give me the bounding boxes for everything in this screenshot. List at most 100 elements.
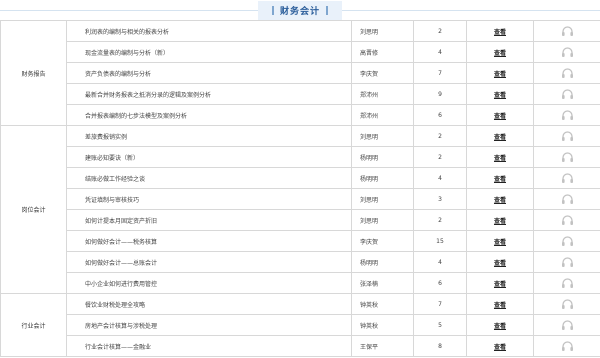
headphones-icon[interactable] xyxy=(561,299,574,309)
view-cell: 查看 xyxy=(466,251,534,273)
listen-cell xyxy=(533,167,600,189)
headphones-icon[interactable] xyxy=(561,152,574,162)
course-title: 现金流量表的编制与分析（新） xyxy=(66,41,352,63)
course-title: 差旅费报销实例 xyxy=(66,125,352,147)
lesson-count: 5 xyxy=(413,314,467,336)
view-cell: 查看 xyxy=(466,293,534,315)
course-title: 利润表的编制与相关的报表分析 xyxy=(66,20,352,42)
view-link[interactable]: 查看 xyxy=(494,323,506,330)
listen-cell xyxy=(533,314,600,336)
headphones-icon[interactable] xyxy=(561,131,574,141)
lesson-count: 4 xyxy=(413,251,467,273)
lesson-count: 2 xyxy=(413,125,467,147)
category-cell: 财务报告 xyxy=(0,20,67,126)
view-link[interactable]: 查看 xyxy=(494,218,506,225)
view-link[interactable]: 查看 xyxy=(494,134,506,141)
section-title: 财务会计 xyxy=(279,6,320,17)
headphones-icon[interactable] xyxy=(561,194,574,204)
listen-cell xyxy=(533,335,600,357)
headphones-icon[interactable] xyxy=(561,320,574,330)
table-row: 行业会计核算——金融业 王保平 8 查看 xyxy=(1,335,600,357)
lecturer-name: 钟英秋 xyxy=(351,314,414,336)
table-row: 现金流量表的编制与分析（新） 高晋修 4 查看 xyxy=(1,41,600,63)
headphones-icon[interactable] xyxy=(561,47,574,57)
table-row: 行业会计 餐饮业财税处理全攻略 钟英秋 7 查看 xyxy=(0,293,600,357)
headphones-icon[interactable] xyxy=(561,110,574,120)
view-cell: 查看 xyxy=(466,314,534,336)
view-link[interactable]: 查看 xyxy=(494,260,506,267)
lesson-count: 3 xyxy=(413,188,467,210)
lesson-count: 15 xyxy=(413,230,467,252)
listen-cell xyxy=(533,62,600,84)
table-row: 中小企业如何进行费用管控 张泽楠 6 查看 xyxy=(1,272,600,294)
section-title-pill: 财务会计 xyxy=(257,0,342,20)
headphones-icon[interactable] xyxy=(561,278,574,288)
headphones-icon[interactable] xyxy=(561,173,574,183)
table-row: 凭证填制与审核技巧 刘思明 3 查看 xyxy=(1,188,600,210)
lecturer-name: 李庆贺 xyxy=(351,62,414,84)
view-link[interactable]: 查看 xyxy=(494,113,506,120)
view-link[interactable]: 查看 xyxy=(494,155,506,162)
lesson-count: 4 xyxy=(413,167,467,189)
view-cell: 查看 xyxy=(466,104,534,126)
banner-bar-right xyxy=(326,5,328,15)
listen-cell xyxy=(533,146,600,168)
view-link[interactable]: 查看 xyxy=(494,176,506,183)
headphones-icon[interactable] xyxy=(561,89,574,99)
course-title: 餐饮业财税处理全攻略 xyxy=(66,293,352,315)
view-link[interactable]: 查看 xyxy=(494,29,506,36)
table-row: 结账必做工作经验之谈 杨明明 4 查看 xyxy=(1,167,600,189)
lesson-count: 2 xyxy=(413,209,467,231)
course-title: 中小企业如何进行费用管控 xyxy=(66,272,352,294)
view-cell: 查看 xyxy=(466,83,534,105)
headphones-icon[interactable] xyxy=(561,215,574,225)
lecturer-name: 刘思明 xyxy=(351,20,414,42)
lesson-count: 6 xyxy=(413,104,467,126)
view-link[interactable]: 查看 xyxy=(494,239,506,246)
course-title: 行业会计核算——金融业 xyxy=(66,335,352,357)
view-cell: 查看 xyxy=(466,230,534,252)
lesson-count: 4 xyxy=(413,41,467,63)
view-link[interactable]: 查看 xyxy=(494,281,506,288)
lecturer-name: 刘思明 xyxy=(351,125,414,147)
view-link[interactable]: 查看 xyxy=(494,50,506,57)
listen-cell xyxy=(533,272,600,294)
course-title: 合并报表编制的七步法模型及案例分析 xyxy=(66,104,352,126)
course-title: 结账必做工作经验之谈 xyxy=(66,167,352,189)
table-row: 财务报告 利润表的编制与相关的报表分析 刘思明 2 查看 xyxy=(0,20,600,126)
category-cell: 行业会计 xyxy=(0,293,67,357)
view-link[interactable]: 查看 xyxy=(494,344,506,351)
course-title: 建账必知要诀（新） xyxy=(66,146,352,168)
headphones-icon[interactable] xyxy=(561,68,574,78)
headphones-icon[interactable] xyxy=(561,257,574,267)
headphones-icon[interactable] xyxy=(561,236,574,246)
lecturer-name: 刘思明 xyxy=(351,209,414,231)
lesson-count: 8 xyxy=(413,335,467,357)
course-title: 资产负债表的编制与分析 xyxy=(66,62,352,84)
view-cell: 查看 xyxy=(466,20,534,42)
view-cell: 查看 xyxy=(466,209,534,231)
course-title: 如何做好会计——总账会计 xyxy=(66,251,352,273)
listen-cell xyxy=(533,20,600,42)
view-cell: 查看 xyxy=(466,335,534,357)
lecturer-name: 杨明明 xyxy=(351,251,414,273)
view-cell: 查看 xyxy=(466,125,534,147)
listen-cell xyxy=(533,209,600,231)
course-table-body: 财务报告 利润表的编制与相关的报表分析 刘思明 2 查看 现金流量表的编制与分析（新） 高晋… xyxy=(0,20,600,357)
lecturer-name: 郑沛州 xyxy=(351,104,414,126)
view-link[interactable]: 查看 xyxy=(494,302,506,309)
lesson-count: 7 xyxy=(413,293,467,315)
headphones-icon[interactable] xyxy=(561,341,574,351)
table-row: 如何做好会计——总账会计 杨明明 4 查看 xyxy=(1,251,600,273)
view-link[interactable]: 查看 xyxy=(494,71,506,78)
headphones-icon[interactable] xyxy=(561,26,574,36)
lecturer-name: 杨明明 xyxy=(351,167,414,189)
course-title: 凭证填制与审核技巧 xyxy=(66,188,352,210)
table-row: 房地产会计核算与涉税处理 钟英秋 5 查看 xyxy=(1,314,600,336)
listen-cell xyxy=(533,104,600,126)
view-link[interactable]: 查看 xyxy=(494,197,506,204)
listen-cell xyxy=(533,230,600,252)
view-link[interactable]: 查看 xyxy=(494,92,506,99)
course-title: 如何做好会计——税务核算 xyxy=(66,230,352,252)
lecturer-name: 王保平 xyxy=(351,335,414,357)
